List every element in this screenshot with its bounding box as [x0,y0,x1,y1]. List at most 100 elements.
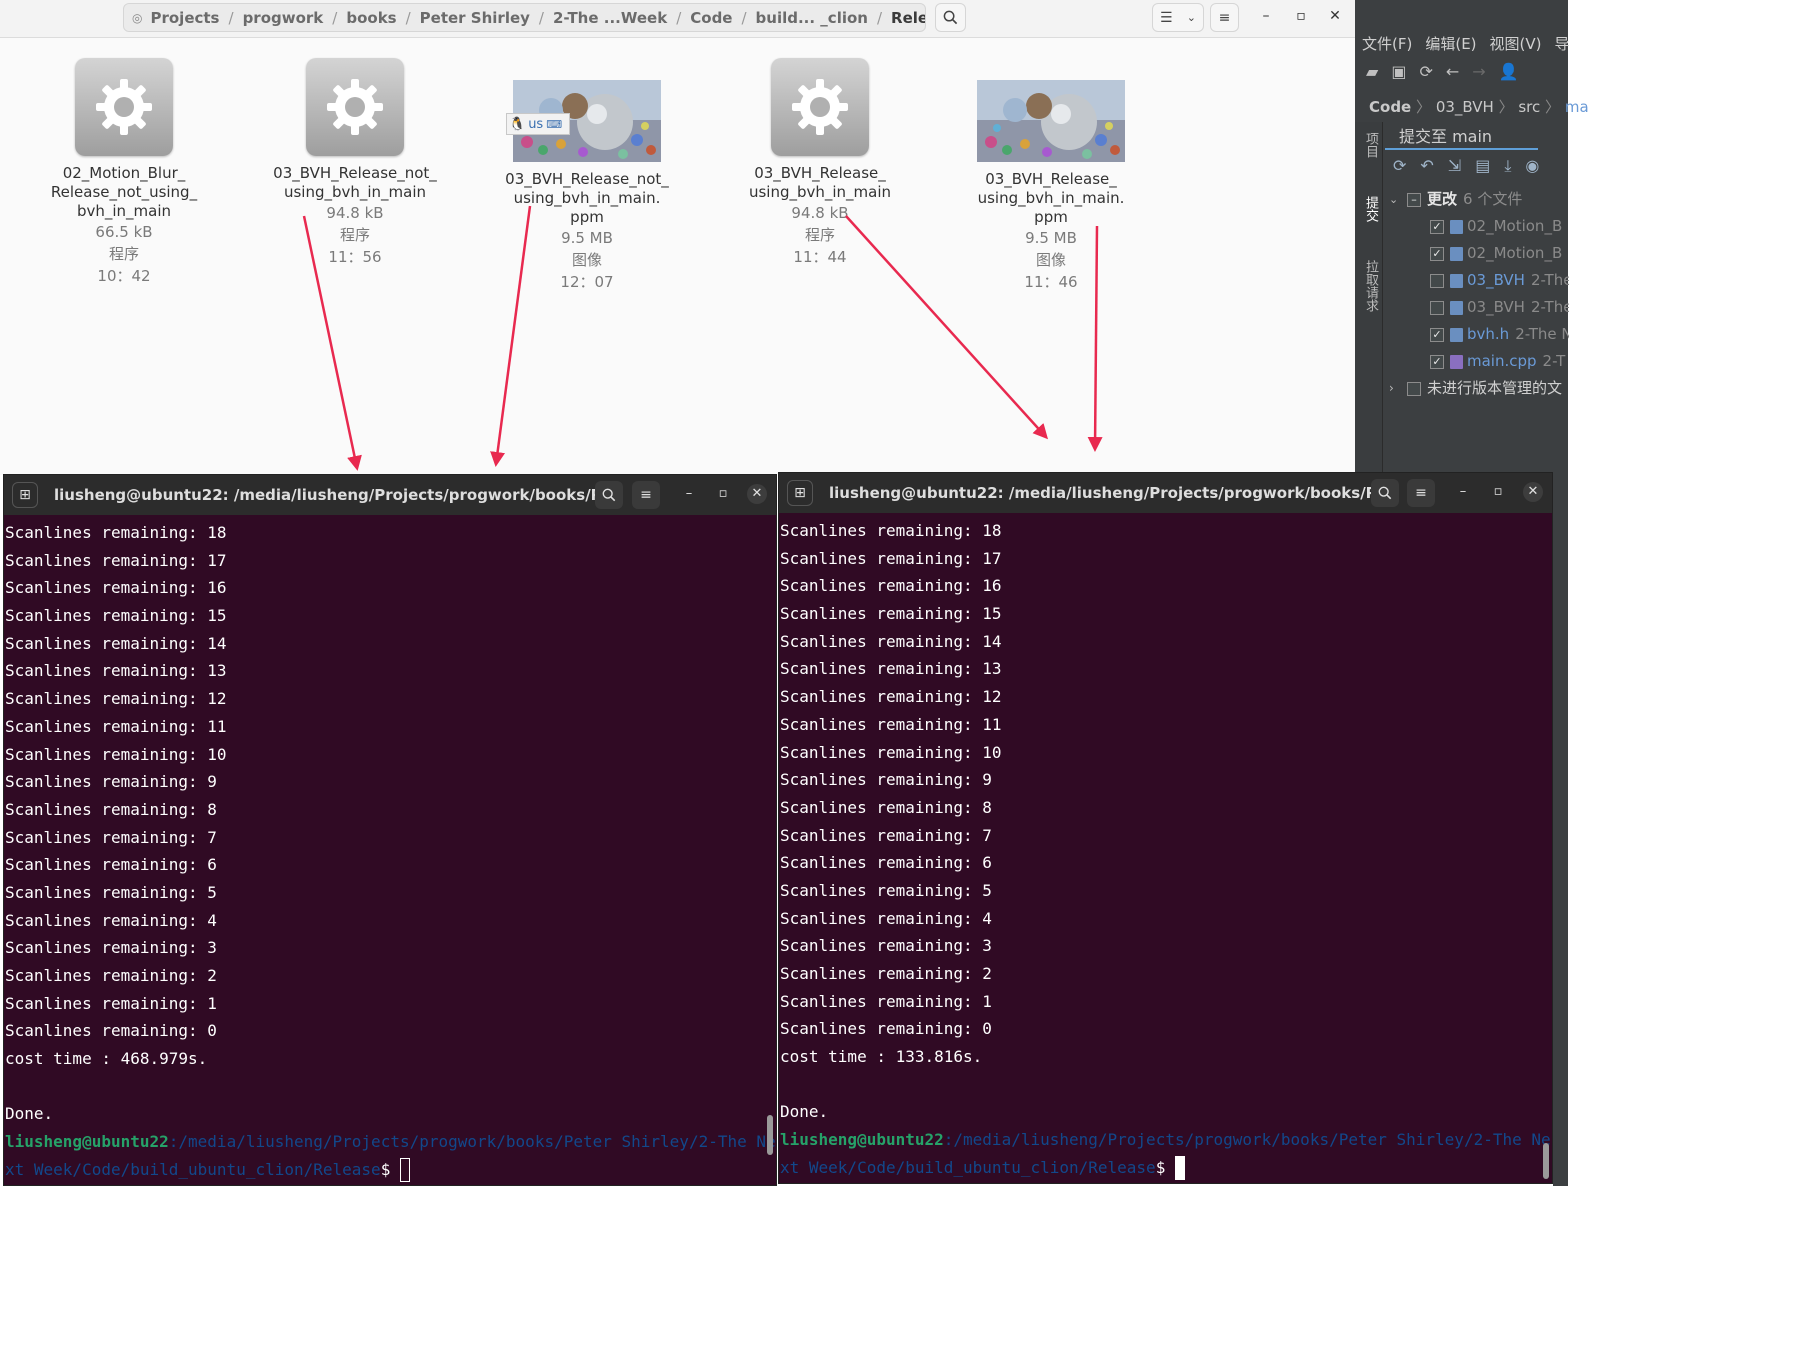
breadcrumb-release[interactable]: Release [889,9,925,27]
eye-icon[interactable]: ◉ [1525,156,1539,176]
changes-group[interactable]: ⌄ – 更改 6 个文件 [1389,186,1569,213]
breadcrumb-next-week[interactable]: 2-The ...Week [551,9,669,27]
terminal-window-left[interactable]: ⊞ liusheng@ubuntu22: /media/liusheng/Pro… [3,474,777,1186]
breadcrumb-build[interactable]: build... _clion [754,9,870,27]
save-icon[interactable]: ▣ [1391,62,1406,88]
sync-icon[interactable]: ⟳ [1419,62,1432,88]
file-item[interactable]: 02_Motion_Blur_ Release_not_using_ bvh_i… [34,58,214,287]
change-item[interactable]: ✓ main.cpp 2-T [1389,348,1569,375]
close-button[interactable]: ✕ [1523,482,1543,502]
maximize-button[interactable]: ▫ [1291,8,1311,24]
file-time: 11：44 [793,248,847,266]
terminal-window-right[interactable]: ⊞ liusheng@ubuntu22: /media/liusheng/Pro… [778,472,1553,1184]
ide-toolbar: ▰ ▣ ⟳ ← → 👤 [1355,62,1579,88]
file-item[interactable]: 03_BVH_Release_not_ using_bvh_in_main 94… [265,58,445,268]
menu-button[interactable]: ≡ [1210,3,1239,32]
tab-commit[interactable]: 提交 [1361,196,1380,222]
change-item[interactable]: ✓ bvh.h 2-The N [1389,321,1569,348]
search-icon [602,488,616,502]
terminal-line: Scanlines remaining: 16 [5,578,227,598]
back-arrow-icon[interactable]: ← [1446,62,1459,88]
minimize-button[interactable]: – [1256,8,1276,24]
change-item[interactable]: 03_BVH 2-The [1389,294,1569,321]
file-icon [1450,219,1463,234]
file-item[interactable]: 03_BVH_Release_ using_bvh_in_main. ppm 9… [961,58,1141,293]
change-item[interactable]: ✓ 02_Motion_B [1389,213,1569,240]
new-tab-icon[interactable]: ⊞ [12,482,38,508]
file-size: 94.8 kB [326,204,384,222]
file-item[interactable]: 03_BVH_Release_ using_bvh_in_main 94.8 k… [730,58,910,268]
open-folder-icon[interactable]: ▰ [1366,62,1378,88]
download-icon[interactable]: ⤓ [1504,156,1511,176]
close-button[interactable]: ✕ [1325,8,1345,24]
terminal-title: liusheng@ubuntu22: /media/liusheng/Proje… [829,484,1392,502]
change-checkbox[interactable]: ✓ [1430,246,1444,261]
change-checkbox[interactable] [1430,273,1444,288]
terminal-title: liusheng@ubuntu22: /media/liusheng/Proje… [54,486,617,504]
commit-to-main-tab[interactable]: 提交至 main [1385,124,1538,150]
merge-icon[interactable]: ⇲ [1448,156,1461,176]
terminal-output[interactable]: Scanlines remaining: 18 Scanlines remaini… [4,515,776,1184]
ide-crumb-bvh[interactable]: 03_BVH [1436,98,1494,116]
menu-view[interactable]: 视图(V) [1490,33,1542,57]
ide-crumb-code[interactable]: Code [1369,98,1411,116]
file-item[interactable]: 03_BVH_Release_not_ using_bvh_in_main. p… [497,58,677,293]
ide-crumb-src[interactable]: src [1518,98,1540,116]
menu-navigate[interactable]: 导 [1555,33,1570,57]
unversioned-group[interactable]: › 未进行版本管理的文 [1389,375,1569,402]
prompt-path: :/media/liusheng/Projects/progwork/books… [168,1132,776,1152]
hamburger-icon: ≡ [1218,9,1231,26]
breadcrumb-projects[interactable]: Projects [148,9,221,27]
terminal-line: Scanlines remaining: 18 [5,523,227,542]
change-checkbox[interactable]: ✓ [1430,327,1444,342]
menu-file[interactable]: 文件(F) [1362,33,1412,57]
scrollbar[interactable] [1543,1143,1549,1179]
file-name: 03_BVH_Release_not_ using_bvh_in_main [273,164,437,201]
change-file-name: main.cpp [1467,352,1537,370]
hamburger-menu-button[interactable]: ≡ [632,481,660,509]
hamburger-menu-button[interactable]: ≡ [1407,479,1435,507]
unversioned-checkbox[interactable] [1407,381,1421,396]
chevron-down-icon: ⌄ [1389,193,1399,206]
group-checkbox[interactable]: – [1407,192,1421,207]
breadcrumb-books[interactable]: books [344,9,398,27]
change-item[interactable]: 03_BVH 2-The [1389,267,1569,294]
terminal-line: Scanlines remaining: 13 [780,659,1002,679]
minimize-button[interactable]: – [680,486,698,501]
terminal-line: Scanlines remaining: 9 [780,770,992,790]
diff-icon[interactable]: ▤ [1475,156,1490,176]
unversioned-label: 未进行版本管理的文 [1427,379,1563,397]
change-file-path: 2-The [1530,298,1569,316]
maximize-button[interactable]: ▫ [714,486,732,501]
new-tab-icon[interactable]: ⊞ [787,480,813,506]
search-button[interactable] [595,481,623,509]
terminal-line: Scanlines remaining: 17 [5,550,227,570]
maximize-button[interactable]: ▫ [1489,484,1507,499]
forward-arrow-icon[interactable]: → [1472,62,1485,88]
breadcrumb-progwork[interactable]: progwork [241,9,326,27]
tab-project[interactable]: 项目 [1361,132,1380,158]
change-checkbox[interactable]: ✓ [1430,219,1444,234]
refresh-icon[interactable]: ⟳ [1393,156,1406,176]
change-item[interactable]: ✓ 02_Motion_B [1389,240,1569,267]
scrollbar[interactable] [767,1115,773,1155]
close-button[interactable]: ✕ [747,484,767,504]
search-button[interactable] [935,3,966,32]
input-method-indicator[interactable]: 🐧 us ⌨ [506,113,570,135]
file-type: 程序 [339,226,370,244]
menu-edit[interactable]: 编辑(E) [1425,33,1476,57]
breadcrumb-peter-shirley[interactable]: Peter Shirley [418,9,532,27]
terminal-titlebar: ⊞ liusheng@ubuntu22: /media/liusheng/Pro… [779,473,1552,513]
minimize-button[interactable]: – [1454,484,1472,499]
view-toggle-button[interactable]: ☰ ⌄ [1152,3,1204,32]
change-checkbox[interactable] [1430,300,1444,315]
breadcrumb-code[interactable]: Code [688,9,734,27]
user-icon[interactable]: 👤 [1499,62,1519,88]
terminal-output[interactable]: Scanlines remaining: 18 Scanlines remaini… [779,513,1552,1182]
change-checkbox[interactable]: ✓ [1430,354,1444,369]
rollback-icon[interactable]: ↶ [1420,156,1433,176]
tab-pull-requests[interactable]: 拉取请求 [1361,260,1380,312]
ide-crumb-main[interactable]: ma [1565,98,1589,116]
prompt-symbol: $ [380,1159,400,1179]
search-button[interactable] [1371,479,1399,507]
